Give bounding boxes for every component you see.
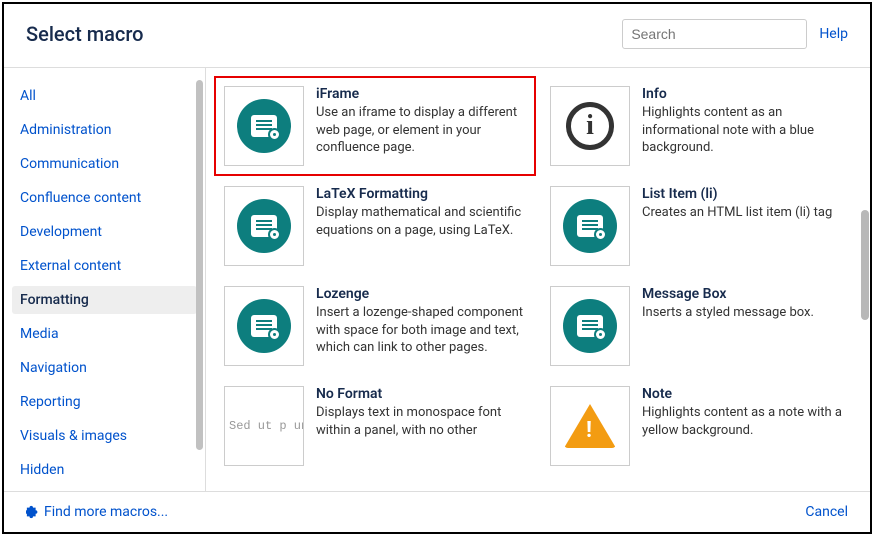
macro-desc: Insert a lozenge-shaped component with s… [316, 304, 526, 357]
macro-title: List Item (li) [642, 186, 832, 202]
macro-list-item[interactable]: List Item (li) Creates an HTML list item… [550, 186, 852, 266]
macro-title: No Format [316, 386, 526, 402]
sidebar-item-navigation[interactable]: Navigation [12, 354, 197, 382]
macro-message-box[interactable]: Message Box Inserts a styled message box… [550, 286, 852, 366]
dialog-body: All Administration Communication Conflue… [4, 67, 870, 492]
find-more-label: Find more macros... [44, 504, 168, 520]
macro-title: Note [642, 386, 852, 402]
macro-latex-formatting[interactable]: LaTeX Formatting Display mathematical an… [224, 186, 526, 266]
macro-list: iFrame Use an iframe to display a differ… [206, 68, 870, 491]
find-more-macros-link[interactable]: Find more macros... [26, 504, 168, 520]
content-scrollbar[interactable] [860, 68, 870, 491]
category-sidebar: All Administration Communication Conflue… [4, 68, 206, 491]
puzzle-icon [26, 505, 40, 519]
select-macro-dialog: Select macro Help All Administration Com… [2, 2, 872, 534]
macro-desc: Use an iframe to display a different web… [316, 104, 526, 157]
macro-title: iFrame [316, 86, 526, 102]
macro-note[interactable]: Note Highlights content as a note with a… [550, 386, 852, 466]
macro-no-format[interactable]: Sed ut p unde omn No Format Displays tex… [224, 386, 526, 466]
macro-desc: Inserts a styled message box. [642, 304, 814, 322]
sidebar-item-administration[interactable]: Administration [12, 116, 197, 144]
macro-lozenge[interactable]: Lozenge Insert a lozenge-shaped componen… [224, 286, 526, 366]
macro-thumb-icon [550, 286, 630, 366]
dialog-footer: Find more macros... Cancel [4, 492, 870, 532]
dialog-header: Select macro Help [4, 4, 870, 67]
help-link[interactable]: Help [819, 26, 848, 42]
cancel-button[interactable]: Cancel [805, 504, 848, 520]
sidebar-item-external-content[interactable]: External content [12, 252, 197, 280]
macro-title: LaTeX Formatting [316, 186, 526, 202]
search-input[interactable] [622, 19, 807, 49]
sidebar-scrollbar[interactable] [196, 80, 203, 479]
sidebar-item-formatting[interactable]: Formatting [12, 286, 197, 314]
sidebar-item-visuals-images[interactable]: Visuals & images [12, 422, 197, 450]
dialog-title: Select macro [26, 22, 144, 46]
macro-thumb-icon [224, 286, 304, 366]
macro-iframe[interactable]: iFrame Use an iframe to display a differ… [214, 76, 536, 176]
sidebar-item-all[interactable]: All [12, 82, 197, 110]
macro-title: Message Box [642, 286, 814, 302]
macro-desc: Displays text in monospace font within a… [316, 404, 526, 439]
macro-desc: Display mathematical and scientific equa… [316, 204, 526, 239]
info-icon: i [550, 86, 630, 166]
macro-thumb-icon [550, 186, 630, 266]
macro-desc: Highlights content as an informational n… [642, 104, 852, 157]
warning-icon [550, 386, 630, 466]
mono-text-icon: Sed ut p unde omn [224, 386, 304, 466]
sidebar-item-communication[interactable]: Communication [12, 150, 197, 178]
macro-title: Info [642, 86, 852, 102]
macro-desc: Highlights content as a note with a yell… [642, 404, 852, 439]
sidebar-item-media[interactable]: Media [12, 320, 197, 348]
sidebar-item-hidden[interactable]: Hidden [12, 456, 197, 484]
sidebar-item-reporting[interactable]: Reporting [12, 388, 197, 416]
macro-info[interactable]: i Info Highlights content as an informat… [550, 86, 852, 166]
macro-thumb-icon [224, 86, 304, 166]
sidebar-item-confluence-content[interactable]: Confluence content [12, 184, 197, 212]
macro-thumb-icon [224, 186, 304, 266]
macro-title: Lozenge [316, 286, 526, 302]
sidebar-item-development[interactable]: Development [12, 218, 197, 246]
header-right: Help [622, 19, 848, 49]
macro-desc: Creates an HTML list item (li) tag [642, 204, 832, 222]
